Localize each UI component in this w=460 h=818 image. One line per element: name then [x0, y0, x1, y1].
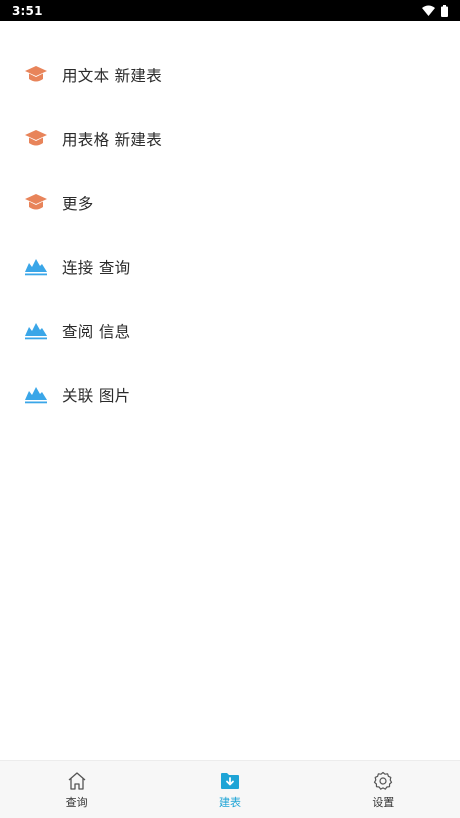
menu-item-new-table-from-text[interactable]: 用文本 新建表	[0, 51, 460, 99]
graduation-cap-icon	[24, 63, 48, 87]
menu-item-label: 更多	[62, 195, 94, 213]
graduation-cap-icon	[24, 191, 48, 215]
menu-item-label: 关联 图片	[62, 387, 131, 405]
nav-label: 建表	[218, 795, 241, 809]
battery-icon	[441, 4, 448, 17]
bottom-nav: 查询 建表 设置	[0, 760, 460, 818]
graduation-cap-icon	[24, 127, 48, 151]
home-icon	[66, 770, 88, 792]
status-bar: 3:51	[0, 0, 460, 21]
menu-item-connect-query[interactable]: 连接 查询	[0, 243, 460, 291]
menu-item-label: 用表格 新建表	[62, 131, 163, 149]
status-time: 3:51	[12, 3, 43, 18]
mountain-chart-icon	[24, 255, 48, 279]
menu-item-new-table-from-sheet[interactable]: 用表格 新建表	[0, 115, 460, 163]
mountain-chart-icon	[24, 383, 48, 407]
menu-item-link-image[interactable]: 关联 图片	[0, 371, 460, 419]
nav-label: 设置	[372, 795, 395, 809]
menu-item-label: 用文本 新建表	[62, 67, 163, 85]
folder-download-icon	[219, 770, 241, 792]
gear-icon	[372, 770, 394, 792]
menu-item-more[interactable]: 更多	[0, 179, 460, 227]
nav-item-settings[interactable]: 设置	[307, 761, 460, 818]
nav-label: 查询	[65, 795, 88, 809]
menu-list: 用文本 新建表 用表格 新建表 更多 连接 查询 查阅 信息 关联 图片	[0, 21, 460, 760]
nav-item-create-table[interactable]: 建表	[153, 761, 306, 818]
nav-item-query[interactable]: 查询	[0, 761, 153, 818]
mountain-chart-icon	[24, 319, 48, 343]
menu-item-label: 连接 查询	[62, 259, 131, 277]
menu-item-view-info[interactable]: 查阅 信息	[0, 307, 460, 355]
status-icons	[422, 4, 448, 17]
wifi-icon	[422, 5, 435, 16]
menu-item-label: 查阅 信息	[62, 323, 131, 341]
